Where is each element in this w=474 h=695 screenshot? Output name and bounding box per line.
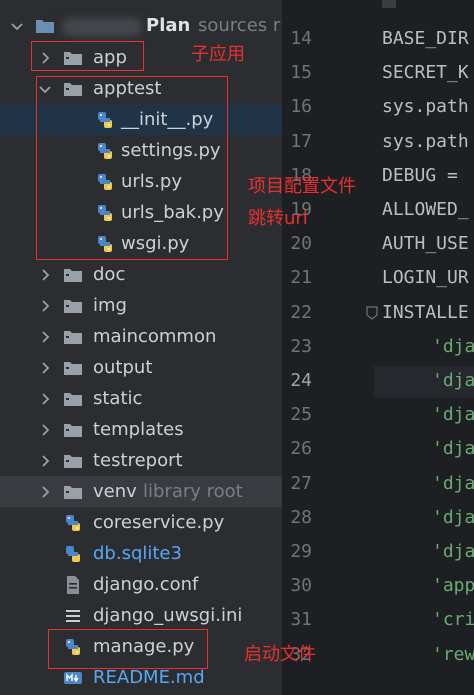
folder-icon — [62, 419, 84, 441]
code-line[interactable]: 'dja — [432, 336, 474, 357]
fold-marker-icon[interactable] — [366, 306, 378, 320]
folder-icon — [62, 357, 84, 379]
code-line[interactable]: 'dja — [432, 370, 474, 391]
code-line[interactable]: 'app — [432, 575, 474, 596]
chevron-right-icon[interactable] — [38, 485, 52, 499]
code-line[interactable]: 'dja — [432, 473, 474, 494]
folder-icon — [62, 326, 84, 348]
folder-icon — [62, 388, 84, 410]
chevron-right-icon[interactable] — [38, 454, 52, 468]
tree-item-testreport[interactable]: testreport — [0, 445, 282, 476]
line-number-gutter: 14 15 16 17 18 19 20 21 22 23 24 25 26 27 28 29 30 31 32 — [282, 0, 374, 695]
code-line[interactable]: 'dja — [432, 438, 474, 459]
line-number: 15 — [290, 62, 312, 84]
folder-icon — [62, 264, 84, 286]
chevron-right-icon[interactable] — [38, 299, 52, 313]
manage-highlight-box — [48, 629, 208, 669]
tree-item-static[interactable]: static — [0, 383, 282, 414]
ini-file-icon — [62, 605, 84, 627]
tree-item-output[interactable]: output — [0, 352, 282, 383]
tree-item-maincommon[interactable]: maincommon — [0, 321, 282, 352]
tree-item-img[interactable]: img — [0, 290, 282, 321]
annotation-url-routing: 跳转url — [248, 208, 308, 229]
code-line[interactable]: SECRET_K — [382, 62, 469, 83]
line-number: 17 — [290, 130, 312, 152]
tree-item-label: img — [93, 295, 127, 316]
tree-item-label: output — [93, 357, 153, 378]
library-root-hint: library root — [143, 481, 243, 502]
code-line[interactable]: 'cri — [432, 609, 474, 630]
line-number: 25 — [290, 404, 312, 426]
code-line[interactable]: 'rew — [432, 644, 474, 665]
tree-item-label: django.conf — [93, 574, 199, 595]
code-line[interactable]: sys.path — [382, 131, 469, 152]
line-number: 27 — [290, 472, 312, 494]
annotation-project-config: 项目配置文件 — [248, 176, 356, 197]
tree-item-coreservice-py[interactable]: coreservice.py — [0, 507, 282, 538]
line-number: 21 — [290, 267, 312, 289]
line-number: 20 — [290, 233, 312, 255]
chevron-right-icon[interactable] — [38, 361, 52, 375]
annotation-startup: 启动文件 — [244, 644, 316, 665]
chevron-down-icon[interactable] — [10, 19, 24, 33]
code-line[interactable]: sys.path — [382, 96, 469, 117]
tab-fragment — [382, 0, 396, 8]
line-number: 28 — [290, 506, 312, 528]
tree-item-db-sqlite3[interactable]: db.sqlite3 — [0, 538, 282, 569]
markdown-file-icon — [62, 667, 84, 689]
code-line[interactable]: 'dja — [432, 507, 474, 528]
tree-item-venv[interactable]: venv library root — [0, 476, 282, 507]
line-number: 30 — [290, 575, 312, 597]
code-editor[interactable]: 14 15 16 17 18 19 20 21 22 23 24 25 26 27 28 29 30 31 32 B… — [282, 0, 474, 695]
python-file-icon — [62, 512, 84, 534]
tree-item-label: testreport — [93, 450, 183, 471]
chevron-right-icon[interactable] — [38, 392, 52, 406]
project-root-hint: sources r — [198, 15, 281, 36]
line-number: 22 — [290, 301, 312, 323]
tree-item-label: templates — [93, 419, 184, 440]
tree-item-label: db.sqlite3 — [93, 543, 182, 564]
line-number: 24 — [290, 370, 312, 391]
code-line[interactable]: 'dja — [432, 541, 474, 562]
tree-item-doc[interactable]: doc — [0, 259, 282, 290]
blurred-path — [62, 18, 142, 36]
code-line[interactable]: BASE_DIR — [382, 28, 469, 49]
chevron-right-icon[interactable] — [38, 330, 52, 344]
line-number: 31 — [290, 609, 312, 631]
annotation-app: 子应用 — [191, 44, 245, 65]
tree-item-label: README.md — [93, 667, 205, 688]
chevron-right-icon[interactable] — [38, 268, 52, 282]
line-number: 23 — [290, 335, 312, 357]
code-line[interactable]: 'dja — [432, 404, 474, 425]
tree-item-templates[interactable]: templates — [0, 414, 282, 445]
tree-item-label: coreservice.py — [93, 512, 225, 533]
code-line[interactable]: LOGIN_UR — [382, 267, 469, 288]
tree-item-label: static — [93, 388, 143, 409]
database-file-icon — [62, 543, 84, 565]
folder-icon — [62, 295, 84, 317]
line-number: 29 — [290, 541, 312, 562]
code-line[interactable]: DEBUG = — [382, 165, 469, 186]
tree-item-label: maincommon — [93, 326, 217, 347]
tree-item-label: django_uwsgi.ini — [93, 605, 243, 626]
project-name: Plan — [146, 15, 191, 36]
apptest-highlight-box — [36, 76, 228, 260]
code-line[interactable]: AUTH_USE — [382, 233, 469, 254]
code-line[interactable]: ALLOWED_ — [382, 199, 469, 220]
config-file-icon — [62, 574, 84, 596]
line-number: 16 — [290, 96, 312, 118]
folder-icon — [62, 481, 84, 503]
folder-icon — [62, 450, 84, 472]
project-folder-icon — [34, 15, 56, 37]
chevron-right-icon[interactable] — [38, 423, 52, 437]
tree-item-label: doc — [93, 264, 126, 285]
code-line[interactable]: INSTALLE — [382, 302, 469, 323]
tree-item-django-conf[interactable]: django.conf — [0, 569, 282, 600]
tree-root-row[interactable]: Plan sources r — [0, 10, 282, 41]
line-number: 26 — [290, 438, 312, 460]
line-number: 14 — [290, 28, 312, 49]
app-highlight-box — [31, 41, 144, 71]
tree-item-django-uwsgi-ini[interactable]: django_uwsgi.ini — [0, 600, 282, 631]
tree-item-label: venv — [93, 481, 137, 502]
